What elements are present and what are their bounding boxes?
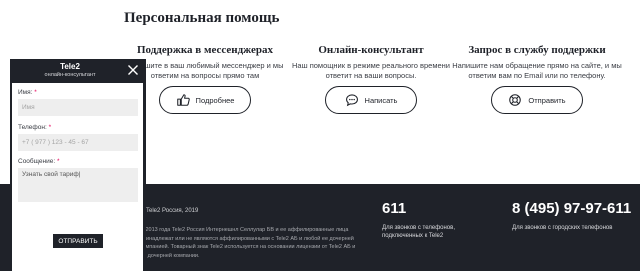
- write-button[interactable]: Написать: [325, 86, 417, 114]
- page-title: Персональная помощь: [124, 10, 280, 26]
- widget-brand: Tele2: [60, 62, 80, 71]
- legal-text: С 2013 года Tele2 Россия Интернешнл Селл…: [140, 227, 356, 259]
- chat-widget-header: Tele2 онлайн-консультант: [10, 59, 146, 81]
- message-label: Сообщение: *: [18, 158, 60, 165]
- card-description: Напишите нам обращение прямо на сайте, и…: [452, 61, 622, 80]
- more-button-label: Подробнее: [195, 95, 235, 105]
- close-icon[interactable]: [126, 63, 140, 77]
- card-description: Наш помощник в режиме реального времени …: [292, 61, 450, 80]
- send-request-button-label: Отправить: [528, 95, 566, 105]
- submit-button[interactable]: ОТПРАВИТЬ: [53, 234, 103, 248]
- chat-form: Имя: * Телефон: * Сообщение: * Узнать св…: [12, 83, 143, 271]
- thumbs-up-icon: [176, 94, 190, 106]
- phone-label: Телефон: *: [18, 124, 51, 131]
- support-request-card: Запрос в службу поддержки Напишите нам о…: [448, 44, 626, 114]
- name-label-text: Имя:: [18, 89, 33, 96]
- phone-label-text: Телефон:: [18, 124, 47, 131]
- widget-subtitle: онлайн-консультант: [44, 72, 96, 78]
- send-request-button[interactable]: Отправить: [491, 86, 583, 114]
- more-button[interactable]: Подробнее: [159, 86, 251, 114]
- card-title: Поддержка в мессенджерах: [137, 44, 273, 56]
- city-phone-description: Для звонков с городских телефонов: [512, 225, 613, 231]
- online-consultant-card: Онлайн-консультант Наш помощник в режиме…: [282, 44, 460, 114]
- phone-input[interactable]: [18, 134, 138, 151]
- message-textarea[interactable]: Узнать свой тариф|: [18, 168, 138, 202]
- card-title: Онлайн-консультант: [318, 44, 424, 56]
- short-phone-number[interactable]: 611: [382, 200, 406, 217]
- copyright: © Tele2 Россия, 2019: [140, 208, 199, 214]
- lifebuoy-icon: [509, 94, 522, 106]
- chat-widget: Tele2 онлайн-консультант Имя: * Телефон:…: [10, 59, 146, 271]
- city-phone-number[interactable]: 8 (495) 97-97-611: [512, 200, 631, 217]
- message-label-text: Сообщение:: [18, 158, 56, 165]
- name-label: Имя: *: [18, 89, 37, 96]
- required-mark: *: [57, 158, 60, 165]
- chat-bubble-icon: [345, 94, 358, 107]
- required-mark: *: [48, 124, 52, 131]
- card-title: Запрос в службу поддержки: [468, 44, 606, 56]
- short-phone-description: Для звонков с телефонов, подключенных к …: [382, 225, 455, 239]
- write-button-label: Написать: [364, 95, 398, 105]
- name-input[interactable]: [18, 99, 138, 116]
- required-mark: *: [34, 89, 37, 96]
